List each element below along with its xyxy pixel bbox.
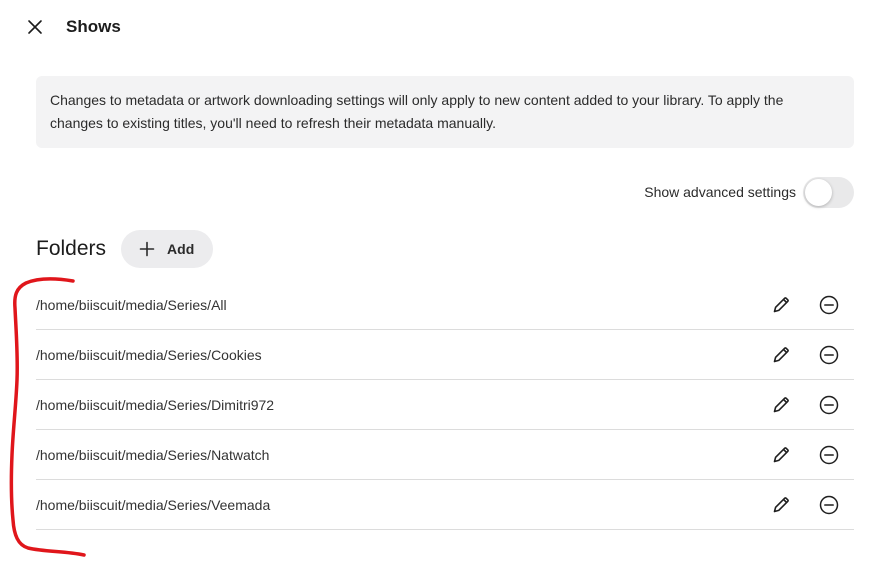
- page-title: Shows: [66, 17, 121, 36]
- remove-folder-button[interactable]: [817, 343, 841, 367]
- pencil-icon: [773, 346, 789, 362]
- folder-actions: [769, 380, 841, 429]
- close-icon: [28, 20, 42, 34]
- minus-circle-icon: [819, 445, 839, 464]
- pencil-icon: [773, 496, 789, 512]
- minus-circle-icon: [819, 345, 839, 364]
- pencil-icon: [773, 396, 789, 412]
- minus-circle-icon: [819, 395, 839, 414]
- advanced-settings-label: Show advanced settings: [644, 184, 796, 200]
- folder-path: /home/biiscuit/media/Series/Cookies: [36, 346, 262, 363]
- folder-path: /home/biiscuit/media/Series/Veemada: [36, 496, 271, 513]
- minus-circle-icon: [819, 495, 839, 514]
- folder-row: /home/biiscuit/media/Series/Dimitri972: [36, 380, 854, 430]
- edit-folder-button[interactable]: [769, 493, 793, 517]
- metadata-notice: Changes to metadata or artwork downloadi…: [36, 76, 854, 148]
- pencil-icon: [773, 446, 789, 462]
- folder-path: /home/biiscuit/media/Series/Natwatch: [36, 446, 270, 463]
- remove-folder-button[interactable]: [817, 393, 841, 417]
- remove-folder-button[interactable]: [817, 293, 841, 317]
- folder-path: /home/biiscuit/media/Series/All: [36, 296, 227, 313]
- folder-actions: [769, 430, 841, 479]
- plus-icon: [139, 241, 155, 257]
- folder-path: /home/biiscuit/media/Series/Dimitri972: [36, 396, 275, 413]
- header: Shows: [22, 12, 121, 42]
- edit-folder-button[interactable]: [769, 343, 793, 367]
- toggle-knob: [805, 178, 832, 206]
- remove-folder-button[interactable]: [817, 443, 841, 467]
- edit-folder-button[interactable]: [769, 293, 793, 317]
- folder-row: /home/biiscuit/media/Series/Veemada: [36, 480, 854, 530]
- folder-actions: [769, 330, 841, 379]
- folders-header: Folders Add: [36, 230, 214, 268]
- advanced-settings-toggle[interactable]: [803, 176, 854, 208]
- folder-row: /home/biiscuit/media/Series/Cookies: [36, 330, 854, 380]
- add-folder-label: Add: [167, 241, 195, 257]
- folder-actions: [769, 480, 841, 529]
- remove-folder-button[interactable]: [817, 493, 841, 517]
- advanced-settings-row: Show advanced settings: [644, 176, 854, 208]
- shows-settings-page: Shows Changes to metadata or artwork dow…: [0, 0, 893, 569]
- folder-row: /home/biiscuit/media/Series/All: [36, 280, 854, 330]
- folder-list: /home/biiscuit/media/Series/All /home/bi…: [36, 280, 854, 530]
- add-folder-button[interactable]: Add: [121, 230, 214, 268]
- pencil-icon: [773, 296, 789, 312]
- folder-actions: [769, 280, 841, 329]
- edit-folder-button[interactable]: [769, 393, 793, 417]
- minus-circle-icon: [819, 295, 839, 314]
- edit-folder-button[interactable]: [769, 443, 793, 467]
- folders-title: Folders: [36, 237, 107, 260]
- close-button[interactable]: [22, 14, 48, 40]
- folder-row: /home/biiscuit/media/Series/Natwatch: [36, 430, 854, 480]
